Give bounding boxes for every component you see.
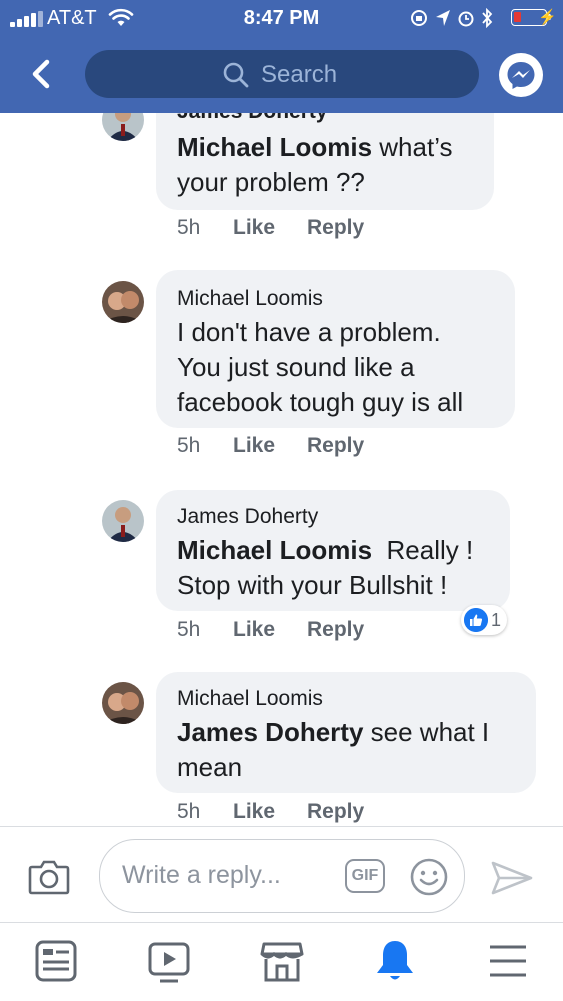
like-button[interactable]: Like	[233, 800, 307, 824]
search-icon	[223, 62, 249, 88]
like-button[interactable]: Like	[233, 618, 307, 642]
comment-bubble: Michael Loomis James Doherty see what I …	[156, 672, 536, 793]
reply-button[interactable]: Reply	[307, 216, 364, 240]
camera-icon[interactable]	[28, 859, 70, 895]
comment-text: Stop with your Bullshit !	[177, 570, 448, 600]
messenger-button[interactable]	[499, 53, 543, 97]
bluetooth-icon	[482, 8, 493, 28]
comment-mention[interactable]: James Doherty	[177, 717, 363, 747]
comment-item: James Doherty Michael Loomis what’s your…	[0, 113, 563, 253]
menu-icon[interactable]	[484, 937, 532, 985]
gif-button[interactable]: GIF	[345, 859, 385, 893]
comment-timestamp: 5h	[177, 618, 201, 641]
reply-input[interactable]: Write a reply... GIF	[99, 839, 465, 913]
reaction-count: 1	[491, 609, 502, 630]
like-button[interactable]: Like	[233, 434, 307, 458]
reply-bar: Write a reply... GIF	[0, 826, 563, 923]
status-bar: AT&T 8:47 PM ⚡	[0, 0, 563, 38]
watch-icon[interactable]	[145, 937, 193, 985]
comment-bubble: James Doherty Michael Loomis Really ! St…	[156, 490, 510, 611]
marketplace-icon[interactable]	[258, 937, 306, 985]
location-icon	[436, 10, 450, 26]
comment-text: facebook tough guy is all	[177, 387, 464, 417]
comment-author[interactable]: Michael Loomis	[177, 687, 323, 711]
search-placeholder: Search	[261, 61, 338, 88]
avatar[interactable]	[102, 281, 144, 323]
search-input[interactable]: Search	[85, 50, 479, 98]
news-feed-icon[interactable]	[32, 937, 80, 985]
comment-author[interactable]: James Doherty	[177, 113, 328, 124]
comment-text: You just sound like a	[177, 352, 415, 382]
comment-text: your problem ??	[177, 167, 365, 197]
comment-mention[interactable]: Michael Loomis	[177, 132, 372, 162]
reply-button[interactable]: Reply	[307, 800, 364, 824]
charging-icon: ⚡	[538, 9, 557, 26]
top-bar: AT&T 8:47 PM ⚡ Search	[0, 0, 563, 113]
back-chevron-icon[interactable]	[22, 52, 62, 96]
reaction-badge[interactable]: 1	[461, 605, 508, 635]
comment-text: what’s	[372, 132, 453, 162]
alarm-icon	[458, 11, 474, 27]
avatar[interactable]	[102, 113, 144, 141]
comment-text: mean	[177, 752, 243, 782]
avatar[interactable]	[102, 682, 144, 724]
reply-placeholder: Write a reply...	[122, 861, 281, 889]
comment-timestamp: 5h	[177, 800, 201, 823]
comment-author[interactable]: Michael Loomis	[177, 287, 323, 311]
comment-item: Michael Loomis James Doherty see what I …	[0, 672, 563, 826]
comment-text: see what I	[363, 717, 490, 747]
messenger-icon	[507, 62, 535, 89]
comment-timestamp: 5h	[177, 434, 201, 457]
comment-mention[interactable]: Michael Loomis	[177, 535, 372, 565]
avatar[interactable]	[102, 500, 144, 542]
emoji-icon[interactable]	[409, 857, 449, 897]
comment-item: Michael Loomis I don't have a problem. Y…	[0, 270, 563, 470]
like-button[interactable]: Like	[233, 216, 307, 240]
comment-bubble: James Doherty Michael Loomis what’s your…	[156, 113, 494, 210]
comment-timestamp: 5h	[177, 216, 201, 239]
comment-author[interactable]: James Doherty	[177, 505, 318, 529]
like-reaction-icon	[464, 608, 488, 632]
tab-bar	[0, 922, 563, 1001]
reply-button[interactable]: Reply	[307, 434, 364, 458]
send-icon[interactable]	[490, 860, 534, 896]
comment-item: James Doherty Michael Loomis Really ! St…	[0, 490, 563, 650]
orientation-lock-icon	[411, 10, 427, 26]
reply-button[interactable]: Reply	[307, 618, 364, 642]
notifications-icon[interactable]	[371, 937, 419, 985]
comment-text: Really !	[372, 535, 474, 565]
comment-bubble: Michael Loomis I don't have a problem. Y…	[156, 270, 515, 428]
comment-text: I don't have a problem.	[177, 317, 441, 347]
